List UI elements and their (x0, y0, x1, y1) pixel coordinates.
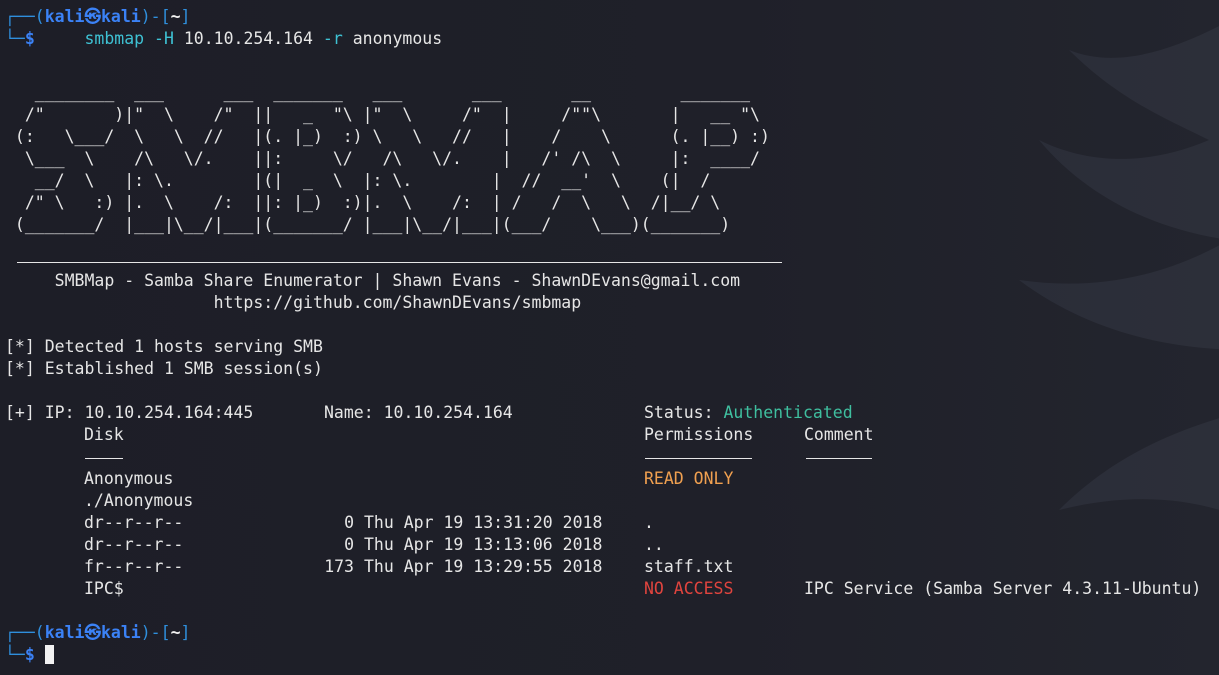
share-comment-ipc: IPC Service (Samba Server 4.3.11-Ubuntu) (804, 579, 1202, 598)
file-size: 173 (324, 557, 354, 576)
prompt-user: kali (44, 623, 85, 642)
prompt-dollar: $ (24, 29, 35, 48)
file-name: . (644, 513, 654, 532)
prompt-user: kali (44, 7, 85, 26)
banner-title: SMBMap - Samba Share Enumerator | Shawn … (5, 270, 740, 292)
column-permissions: Permissions (644, 425, 754, 444)
file-name: staff.txt (644, 557, 734, 576)
file-mode: dr--r--r-- (84, 535, 184, 554)
status-detected: [*] Detected 1 hosts serving SMB (5, 337, 323, 356)
command-program: smbmap (84, 29, 145, 48)
file-size: 0 (344, 513, 354, 532)
banner-divider (17, 262, 782, 263)
command-share: anonymous (352, 29, 443, 48)
listing-path: ./Anonymous (84, 491, 194, 510)
prompt-line: ┌──(kali㉿kali)-[~] (5, 623, 191, 642)
status-authenticated: Authenticated (723, 403, 853, 422)
file-date: Thu Apr 19 13:31:20 2018 (364, 513, 603, 532)
prompt-at-symbol: ㉿ (84, 623, 102, 642)
permissions-underline (645, 458, 752, 459)
prompt-host: kali (101, 623, 141, 642)
file-mode: fr--r--r-- (84, 557, 184, 576)
prompt-dir: ~ (170, 623, 181, 642)
share-permission-read-only: READ ONLY (644, 469, 734, 488)
share-name-ipc: IPC$ (84, 579, 124, 598)
prompt-host: kali (101, 7, 141, 26)
file-date: Thu Apr 19 13:29:55 2018 (364, 557, 603, 576)
prompt-line: ┌──(kali㉿kali)-[~] (5, 7, 191, 26)
disk-underline (85, 458, 123, 459)
status-label: Status: (644, 403, 724, 422)
banner-title-text: SMBMap - Samba Share Enumerator | Shawn … (54, 271, 741, 290)
status-established: [*] Established 1 SMB session(s) (5, 359, 323, 378)
command-flag-h: -H (154, 29, 174, 48)
share-permission-no-access: NO ACCESS (644, 579, 734, 598)
result-name: Name: 10.10.254.164 (324, 403, 513, 422)
banner-url-text: https://github.com/ShawnDEvans/smbmap (213, 293, 582, 312)
terminal-window[interactable]: ┌──(kali㉿kali)-[~] └─$ smbmap -H 10.10.2… (0, 0, 1219, 675)
result-ip-line: [+] IP: 10.10.254.164:445 (5, 402, 253, 424)
file-mode: dr--r--r-- (84, 513, 184, 532)
result-status: Status: Authenticated (644, 402, 853, 424)
file-size: 0 (344, 535, 354, 554)
result-ip: [+] IP: 10.10.254.164:445 (5, 403, 254, 422)
file-date: Thu Apr 19 13:13:06 2018 (364, 535, 603, 554)
prompt-dir: ~ (170, 7, 181, 26)
column-disk: Disk (84, 425, 124, 444)
file-name: .. (644, 535, 664, 554)
command-ip: 10.10.254.164 (183, 29, 313, 48)
smbmap-ascii-banner: ________ ___ ___ _______ ___ ___ __ ____… (14, 83, 770, 234)
column-comment: Comment (804, 425, 874, 444)
prompt-dollar: $ (24, 645, 35, 664)
banner-url: https://github.com/ShawnDEvans/smbmap (5, 292, 582, 314)
input-line[interactable]: └─$ (5, 644, 54, 666)
comment-underline (806, 458, 872, 459)
prompt-at-symbol: ㉿ (84, 7, 102, 26)
command-flag-r: -r (322, 29, 343, 48)
kali-dragon-watermark (1019, 26, 1219, 510)
share-name-anonymous: Anonymous (84, 469, 174, 488)
text-cursor[interactable] (44, 645, 54, 664)
command-line: └─$ smbmap -H 10.10.254.164 -r anonymous (5, 29, 443, 48)
